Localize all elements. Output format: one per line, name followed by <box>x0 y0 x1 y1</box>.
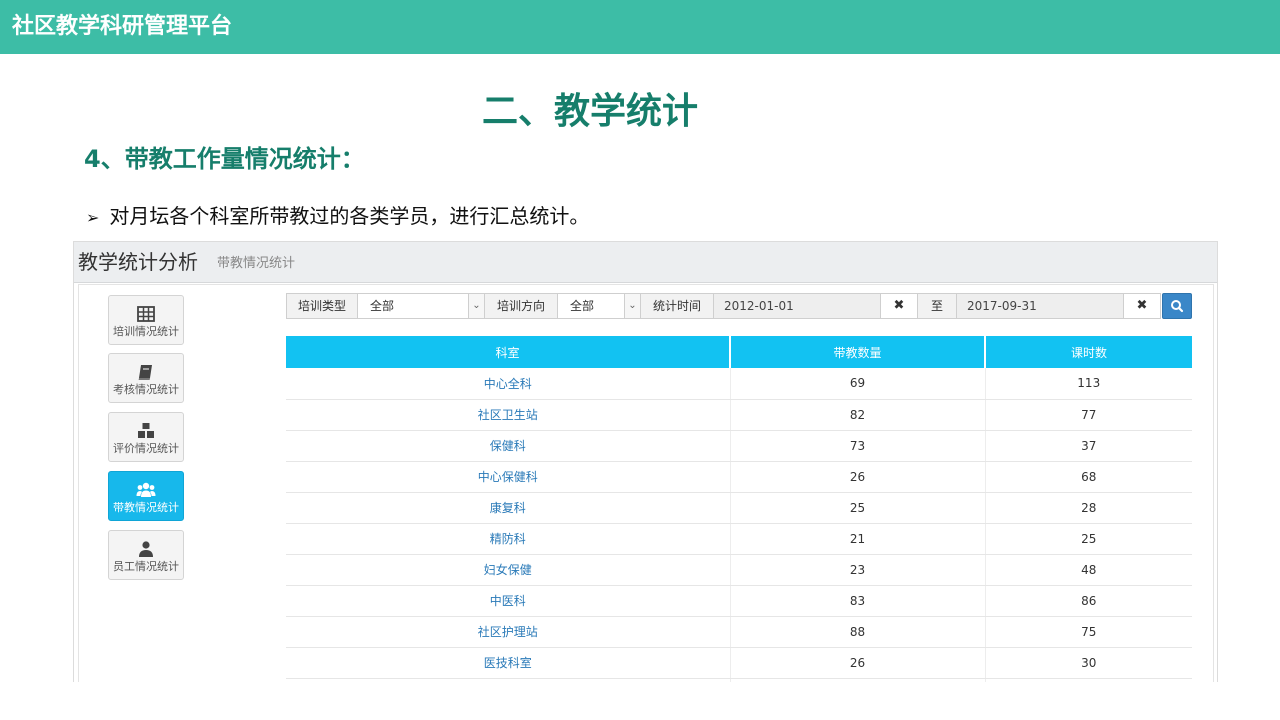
class-hours-cell: 68 <box>985 461 1192 493</box>
cubes-icon <box>138 423 154 438</box>
class-hours-cell: 86 <box>985 585 1192 617</box>
table-row: 医技科室 26 30 <box>286 647 1192 679</box>
module-title: 教学统计分析 <box>78 250 198 274</box>
table-row: 中心保健科 26 68 <box>286 461 1192 493</box>
column-header-department[interactable]: 科室 <box>286 336 731 368</box>
department-link[interactable]: 中心保健科 <box>286 461 731 493</box>
close-icon: ✖ <box>893 298 905 313</box>
stat-time-label: 统计时间 <box>640 293 714 319</box>
nav-label: 培训情况统计 <box>113 325 179 338</box>
slide: 社区教学科研管理平台 二、教学统计 4、带教工作量情况统计： ➢ 对月坛各个科室所… <box>0 0 1280 720</box>
nav-item-staff-stats[interactable]: 员工情况统计 <box>108 530 184 580</box>
nav-label: 员工情况统计 <box>113 560 179 573</box>
table-row: 中医科 83 86 <box>286 585 1192 617</box>
table-row: 中心全科 69 113 <box>286 368 1192 400</box>
platform-title: 社区教学科研管理平台 <box>12 14 233 39</box>
empty-cell <box>286 678 731 682</box>
subsection-heading: 4、带教工作量情况统计： <box>84 145 365 173</box>
user-icon <box>139 541 153 557</box>
nav-item-evaluation-stats[interactable]: 评价情况统计 <box>108 412 184 462</box>
training-type-select[interactable]: 全部 ⌄ <box>357 293 485 319</box>
nav-label: 考核情况统计 <box>113 383 179 396</box>
bullet-point: ➢ 对月坛各个科室所带教过的各类学员，进行汇总统计。 <box>86 200 589 234</box>
section-heading: 二、教学统计 <box>481 91 698 132</box>
top-bar: 社区教学科研管理平台 <box>0 0 1280 54</box>
filter-bar: 培训类型 全部 ⌄ 培训方向 全部 ⌄ 统计时间 2012-01-01 ✖ 至 … <box>286 293 1192 319</box>
department-link[interactable]: 社区护理站 <box>286 616 731 648</box>
nav-item-teaching-stats[interactable]: 带教情况统计 <box>108 471 184 521</box>
close-icon: ✖ <box>1136 298 1148 313</box>
arrow-bullet-icon: ➢ <box>86 208 100 227</box>
table-row: 社区护理站 88 75 <box>286 616 1192 648</box>
bullet-text: 对月坛各个科室所带教过的各类学员，进行汇总统计。 <box>109 204 590 228</box>
search-icon <box>1171 300 1184 313</box>
teaching-stats-table: 科室 带教数量 课时数 中心全科 69 113 社区卫生站 82 77 保健科 <box>286 336 1192 682</box>
empty-cell <box>985 678 1192 682</box>
class-hours-cell: 30 <box>985 647 1192 679</box>
department-link[interactable]: 医技科室 <box>286 647 731 679</box>
teaching-count-cell: 83 <box>730 585 986 617</box>
table-icon <box>137 306 155 322</box>
department-link[interactable]: 康复科 <box>286 492 731 524</box>
to-label: 至 <box>917 293 957 319</box>
chevron-down-icon: ⌄ <box>468 294 484 318</box>
training-direction-label: 培训方向 <box>484 293 558 319</box>
teaching-count-cell: 73 <box>730 430 986 462</box>
users-icon <box>136 482 156 497</box>
teaching-count-cell: 88 <box>730 616 986 648</box>
column-header-teaching-count[interactable]: 带教数量 <box>730 336 986 368</box>
table-row: 妇女保健 23 48 <box>286 554 1192 586</box>
class-hours-cell: 25 <box>985 523 1192 555</box>
department-link[interactable]: 中医科 <box>286 585 731 617</box>
nav-label: 带教情况统计 <box>113 501 179 514</box>
clear-start-date-button[interactable]: ✖ <box>880 293 918 319</box>
module-header: 教学统计分析 带教情况统计 <box>74 242 1217 283</box>
teaching-count-cell: 69 <box>730 368 986 400</box>
department-link[interactable]: 社区卫生站 <box>286 399 731 431</box>
training-type-label: 培训类型 <box>286 293 358 319</box>
nav-label: 评价情况统计 <box>113 442 179 455</box>
table-header-row: 科室 带教数量 课时数 <box>286 336 1192 368</box>
select-value: 全部 <box>370 299 395 313</box>
table-row: 保健科 73 37 <box>286 430 1192 462</box>
clear-end-date-button[interactable]: ✖ <box>1123 293 1161 319</box>
app-screenshot: 教学统计分析 带教情况统计 培训情况统计 考核情况统计 评价情况统计 带教情况统… <box>73 241 1218 682</box>
select-value: 全部 <box>570 299 595 313</box>
book-icon <box>138 365 152 380</box>
table-row: 社区卫生站 82 77 <box>286 399 1192 431</box>
training-direction-select[interactable]: 全部 ⌄ <box>557 293 641 319</box>
class-hours-cell: 75 <box>985 616 1192 648</box>
module-subtitle: 带教情况统计 <box>217 256 296 271</box>
nav-item-training-stats[interactable]: 培训情况统计 <box>108 295 184 345</box>
teaching-count-cell: 82 <box>730 399 986 431</box>
nav-item-exam-stats[interactable]: 考核情况统计 <box>108 353 184 403</box>
department-link[interactable]: 精防科 <box>286 523 731 555</box>
class-hours-cell: 77 <box>985 399 1192 431</box>
class-hours-cell: 37 <box>985 430 1192 462</box>
department-link[interactable]: 中心全科 <box>286 368 731 400</box>
column-header-class-hours[interactable]: 课时数 <box>985 336 1192 368</box>
teaching-count-cell: 26 <box>730 461 986 493</box>
table-row <box>286 678 1192 682</box>
chevron-down-icon: ⌄ <box>624 294 640 318</box>
table-row: 康复科 25 28 <box>286 492 1192 524</box>
class-hours-cell: 48 <box>985 554 1192 586</box>
search-button[interactable] <box>1162 293 1192 319</box>
empty-cell <box>730 678 986 682</box>
teaching-count-cell: 21 <box>730 523 986 555</box>
teaching-count-cell: 26 <box>730 647 986 679</box>
end-date-input[interactable]: 2017-09-31 <box>956 293 1124 319</box>
class-hours-cell: 113 <box>985 368 1192 400</box>
department-link[interactable]: 保健科 <box>286 430 731 462</box>
teaching-count-cell: 25 <box>730 492 986 524</box>
table-row: 精防科 21 25 <box>286 523 1192 555</box>
class-hours-cell: 28 <box>985 492 1192 524</box>
start-date-input[interactable]: 2012-01-01 <box>713 293 881 319</box>
department-link[interactable]: 妇女保健 <box>286 554 731 586</box>
teaching-count-cell: 23 <box>730 554 986 586</box>
